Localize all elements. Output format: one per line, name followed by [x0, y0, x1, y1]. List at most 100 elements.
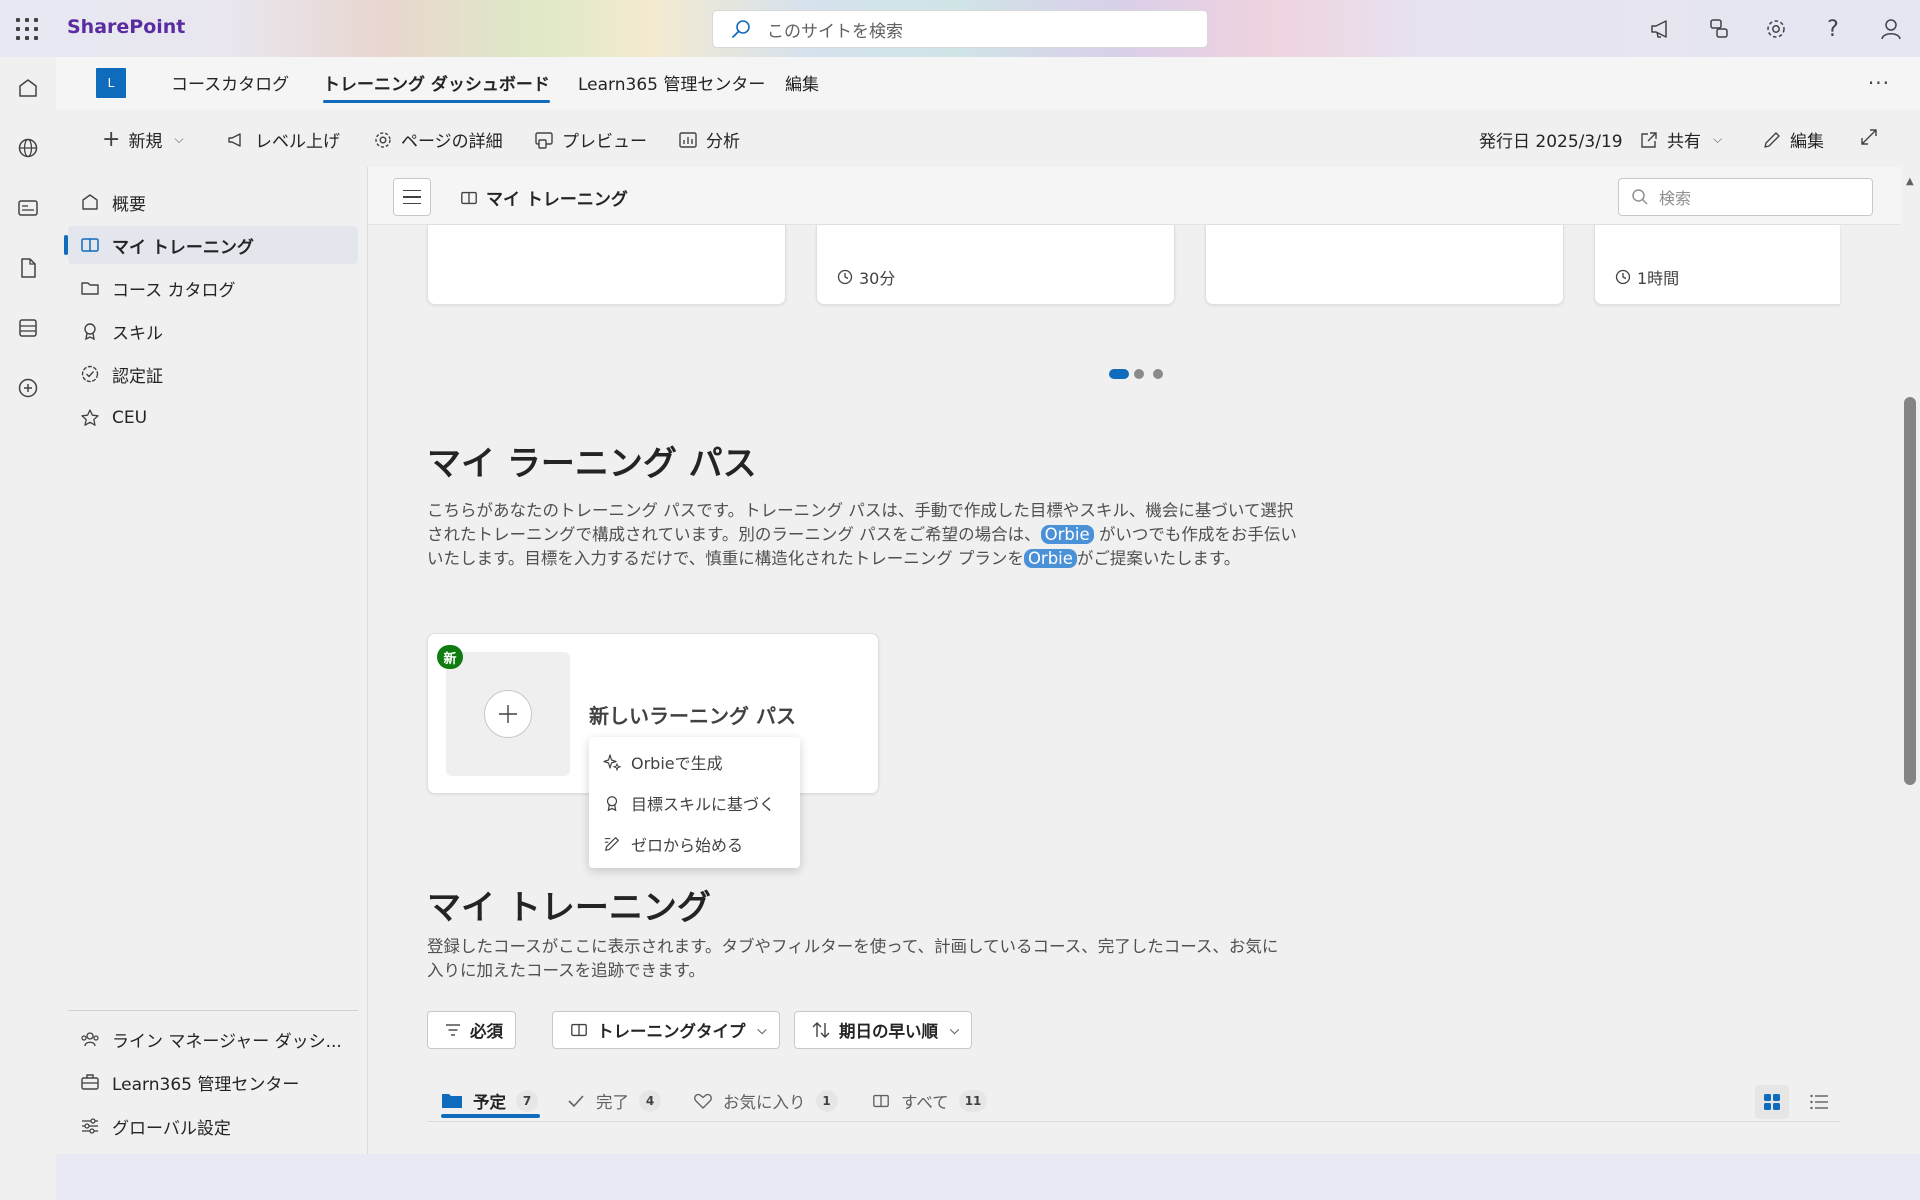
new-learning-path-menu: Orbieで生成 目標スキルに基づく ゼロから始める [589, 737, 800, 868]
tab-favorites[interactable]: お気に入り 1 [693, 1082, 838, 1120]
leftnav-item-certificates[interactable]: 認定証 [68, 355, 358, 393]
my-training-heading: マイ トレーニング [427, 888, 711, 928]
leftnav-item-my-training[interactable]: マイ トレーニング [64, 226, 358, 264]
sparkle-icon [603, 753, 621, 771]
orbie-highlight: Orbie [1040, 525, 1094, 544]
feedback-icon[interactable] [1705, 15, 1733, 43]
book-icon [460, 189, 478, 207]
level-up-button[interactable]: レベル上げ [227, 127, 340, 152]
app-name[interactable]: SharePoint [67, 16, 185, 38]
menu-item-start-from-scratch[interactable]: ゼロから始める [603, 829, 743, 859]
menu-item-target-skills[interactable]: 目標スキルに基づく [603, 788, 775, 818]
site-search-input[interactable]: このサイトを検索 [712, 10, 1208, 48]
nav-course-catalog[interactable]: コースカタログ [171, 70, 289, 95]
menu-item-label: ゼロから始める [631, 836, 744, 855]
leftnav-item-line-manager[interactable]: ライン マネージャー ダッシ... [68, 1020, 358, 1058]
orbie-highlight: Orbie [1023, 549, 1077, 568]
plus-icon[interactable] [484, 690, 532, 738]
megaphone-icon [227, 131, 247, 149]
nav-divider [68, 1010, 358, 1011]
training-card[interactable]: 1時間 [1594, 225, 1840, 305]
new-button[interactable]: + 新規 ⌵ [102, 127, 184, 152]
pencil-icon [603, 835, 621, 853]
news-icon[interactable] [14, 194, 42, 222]
add-learning-path-area[interactable] [446, 652, 570, 776]
tab-label: 予定 [473, 1093, 506, 1112]
account-icon[interactable] [1877, 15, 1905, 43]
menu-item-generate-with-orbie[interactable]: Orbieで生成 [603, 747, 723, 777]
tab-count-badge: 1 [815, 1090, 838, 1112]
nav-training-dashboard[interactable]: トレーニング ダッシュボード [323, 70, 550, 103]
new-badge: 新 [437, 645, 463, 669]
training-card[interactable]: 30分 [816, 225, 1175, 305]
tab-count-badge: 11 [958, 1090, 988, 1112]
leftnav-item-course-catalog[interactable]: コース カタログ [68, 269, 358, 307]
scroll-up-arrow-icon[interactable]: ▲ [1906, 176, 1914, 187]
tab-all[interactable]: すべて 11 [871, 1082, 988, 1120]
content-title-label: マイ トレーニング [486, 190, 628, 210]
chevron-down-icon: ⌵ [757, 1022, 767, 1037]
leftnav-item-global-settings[interactable]: グローバル設定 [68, 1107, 358, 1145]
search-icon [1631, 188, 1649, 206]
nav-edit[interactable]: 編集 [785, 70, 819, 95]
training-card[interactable] [1205, 225, 1564, 305]
gear-icon[interactable] [1762, 15, 1790, 43]
carousel-page-dot[interactable] [1153, 369, 1163, 379]
megaphone-icon[interactable] [1647, 15, 1675, 43]
share-label: 共有 [1667, 132, 1701, 152]
leftnav-item-ceu[interactable]: CEU [68, 399, 358, 437]
search-placeholder: 検索 [1659, 189, 1692, 208]
page-details-button[interactable]: ページの詳細 [373, 127, 503, 152]
filter-required-button[interactable]: 必須 [427, 1011, 516, 1049]
leftnav-item-label: ライン マネージャー ダッシ... [112, 1031, 342, 1052]
tab-completed[interactable]: 完了 4 [566, 1082, 661, 1120]
grid-view-icon[interactable] [1755, 1085, 1789, 1119]
ribbon-icon [80, 321, 100, 341]
app-launcher-icon[interactable] [14, 16, 40, 42]
training-card[interactable] [427, 225, 786, 305]
globe-icon[interactable] [14, 134, 42, 162]
level-up-label: レベル上げ [255, 132, 340, 152]
page-scrollbar-thumb[interactable] [1904, 397, 1916, 785]
carousel-page-dot[interactable] [1134, 369, 1144, 379]
nav-admin-center[interactable]: Learn365 管理センター [578, 70, 765, 95]
tab-count-badge: 4 [639, 1090, 661, 1112]
content-title: マイ トレーニング [460, 185, 628, 210]
share-icon [1639, 130, 1659, 150]
menu-item-label: 目標スキルに基づく [631, 795, 776, 814]
edit-button[interactable]: 編集 [1762, 127, 1824, 152]
leftnav-item-admin-center[interactable]: Learn365 管理センター [68, 1063, 358, 1101]
add-circle-icon[interactable] [14, 374, 42, 402]
star-icon [80, 408, 100, 428]
tabs-divider [427, 1121, 1840, 1122]
carousel-page-dot[interactable] [1109, 369, 1129, 379]
filter-label: 期日の早い順 [839, 1022, 938, 1041]
filter-training-type-dropdown[interactable]: トレーニングタイプ ⌵ [552, 1011, 780, 1049]
preview-button[interactable]: プレビュー [534, 127, 647, 152]
list-icon[interactable] [14, 314, 42, 342]
site-header: L コースカタログ トレーニング ダッシュボード Learn365 管理センター… [56, 57, 1920, 109]
help-icon[interactable]: ? [1819, 15, 1847, 43]
site-logo[interactable]: L [96, 68, 126, 98]
more-icon[interactable]: ··· [1868, 71, 1890, 95]
leftnav-item-skills[interactable]: スキル [68, 312, 358, 350]
document-icon[interactable] [14, 254, 42, 282]
sort-due-date-dropdown[interactable]: 期日の早い順 ⌵ [794, 1011, 973, 1049]
list-view-icon[interactable] [1802, 1085, 1836, 1119]
checkmark-icon [566, 1091, 586, 1111]
menu-toggle-button[interactable] [393, 178, 431, 216]
clock-icon [837, 269, 853, 285]
filter-label: トレーニングタイプ [597, 1022, 746, 1041]
plus-icon: + [102, 126, 121, 152]
analytics-button[interactable]: 分析 [678, 127, 740, 152]
menu-item-label: Orbieで生成 [631, 754, 723, 773]
leftnav-item-overview[interactable]: 概要 [68, 183, 358, 221]
page-details-label: ページの詳細 [401, 132, 503, 152]
share-button[interactable]: 共有 ⌵ [1639, 127, 1722, 152]
home-icon[interactable] [14, 74, 42, 102]
expand-icon[interactable] [1859, 127, 1879, 147]
sort-icon [811, 1020, 831, 1040]
filter-icon [444, 1021, 462, 1039]
leftnav-item-label: スキル [112, 323, 163, 344]
content-search-input[interactable]: 検索 [1618, 178, 1873, 216]
